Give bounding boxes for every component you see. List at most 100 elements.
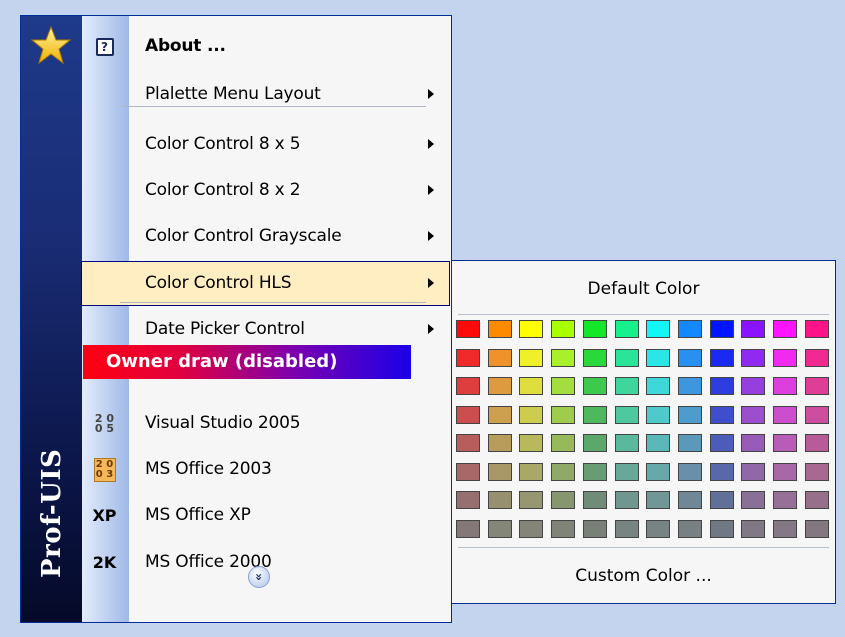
default-color-button[interactable]: Default Color — [452, 274, 835, 304]
color-swatch[interactable] — [709, 348, 734, 367]
color-swatch[interactable] — [646, 405, 671, 424]
color-swatch[interactable] — [773, 462, 797, 481]
color-swatch[interactable] — [487, 434, 512, 452]
color-swatch[interactable] — [646, 462, 671, 481]
menu-item[interactable]: ? About ... — [81, 24, 450, 69]
color-swatch[interactable] — [677, 348, 702, 367]
menu-item[interactable]: 2 00 3 MS Office 2003 — [81, 447, 450, 492]
color-swatch[interactable] — [709, 462, 734, 481]
color-swatch[interactable] — [741, 434, 766, 452]
color-swatch[interactable] — [709, 519, 734, 538]
color-swatch[interactable] — [741, 405, 766, 424]
menu-item[interactable]: XP MS Office XP — [81, 493, 450, 538]
color-swatch[interactable] — [773, 434, 797, 452]
menu-item[interactable]: Plalette Menu Layout — [81, 72, 450, 117]
color-swatch[interactable] — [551, 462, 576, 481]
color-swatch[interactable] — [804, 434, 829, 452]
color-swatch[interactable] — [614, 462, 639, 481]
color-swatch[interactable] — [456, 348, 480, 367]
color-swatch[interactable] — [646, 377, 671, 395]
color-swatch[interactable] — [804, 462, 829, 481]
color-swatch[interactable] — [646, 348, 671, 367]
color-swatch[interactable] — [582, 491, 607, 509]
menu-item[interactable]: Color Control Grayscale — [81, 214, 450, 259]
color-swatch[interactable] — [741, 462, 766, 481]
color-swatch[interactable] — [456, 377, 480, 395]
color-swatch[interactable] — [773, 405, 797, 424]
color-swatch[interactable] — [741, 491, 766, 509]
color-swatch[interactable] — [677, 462, 702, 481]
color-swatch[interactable] — [614, 434, 639, 452]
color-swatch[interactable] — [773, 491, 797, 509]
color-swatch[interactable] — [456, 434, 480, 452]
color-swatch[interactable] — [551, 519, 576, 538]
color-swatch[interactable] — [677, 434, 702, 452]
menu-item[interactable]: Color Control 8 x 5 — [81, 122, 450, 167]
color-swatch[interactable] — [487, 377, 512, 395]
color-swatch[interactable] — [582, 462, 607, 481]
color-swatch[interactable] — [614, 491, 639, 509]
color-swatch[interactable] — [519, 377, 544, 395]
color-swatch[interactable] — [709, 405, 734, 424]
color-swatch[interactable] — [709, 320, 734, 338]
color-swatch[interactable] — [646, 491, 671, 509]
color-swatch[interactable] — [804, 491, 829, 509]
menu-item[interactable]: Color Control HLS — [81, 261, 450, 306]
color-swatch[interactable] — [804, 320, 829, 338]
color-swatch[interactable] — [519, 462, 544, 481]
color-swatch[interactable] — [456, 405, 480, 424]
color-swatch[interactable] — [456, 491, 480, 509]
color-swatch[interactable] — [709, 434, 734, 452]
color-swatch[interactable] — [456, 462, 480, 481]
color-swatch[interactable] — [551, 434, 576, 452]
color-swatch[interactable] — [487, 519, 512, 538]
custom-color-button[interactable]: Custom Color ... — [452, 561, 835, 591]
color-swatch[interactable] — [804, 377, 829, 395]
color-swatch[interactable] — [487, 491, 512, 509]
color-swatch[interactable] — [614, 320, 639, 338]
color-swatch[interactable] — [519, 405, 544, 424]
color-swatch[interactable] — [582, 377, 607, 395]
color-swatch[interactable] — [677, 491, 702, 509]
color-swatch[interactable] — [614, 348, 639, 367]
color-swatch[interactable] — [614, 377, 639, 395]
menu-item[interactable]: 2 00 5 Visual Studio 2005 — [81, 401, 450, 446]
color-swatch[interactable] — [519, 348, 544, 367]
color-swatch[interactable] — [582, 320, 607, 338]
color-swatch[interactable] — [551, 491, 576, 509]
color-swatch[interactable] — [773, 377, 797, 395]
color-swatch[interactable] — [614, 405, 639, 424]
color-swatch[interactable] — [551, 377, 576, 395]
color-swatch[interactable] — [551, 320, 576, 338]
color-swatch[interactable] — [773, 348, 797, 367]
color-swatch[interactable] — [677, 405, 702, 424]
color-swatch[interactable] — [519, 491, 544, 509]
menu-item[interactable]: Color Control 8 x 2 — [81, 168, 450, 213]
color-swatch[interactable] — [582, 434, 607, 452]
color-swatch[interactable] — [773, 320, 797, 338]
color-swatch[interactable] — [487, 462, 512, 481]
color-swatch[interactable] — [487, 348, 512, 367]
color-swatch[interactable] — [519, 519, 544, 538]
color-swatch[interactable] — [709, 491, 734, 509]
color-swatch[interactable] — [741, 348, 766, 367]
color-swatch[interactable] — [551, 405, 576, 424]
color-swatch[interactable] — [804, 405, 829, 424]
color-swatch[interactable] — [677, 519, 702, 538]
color-swatch[interactable] — [582, 519, 607, 538]
color-swatch[interactable] — [677, 377, 702, 395]
color-swatch[interactable] — [582, 348, 607, 367]
color-swatch[interactable] — [519, 434, 544, 452]
color-swatch[interactable] — [741, 377, 766, 395]
color-swatch[interactable] — [709, 377, 734, 395]
color-swatch[interactable] — [551, 348, 576, 367]
color-swatch[interactable] — [456, 519, 480, 538]
color-swatch[interactable] — [646, 434, 671, 452]
color-swatch[interactable] — [456, 320, 480, 338]
color-swatch[interactable] — [677, 320, 702, 338]
color-swatch[interactable] — [487, 405, 512, 424]
color-swatch[interactable] — [741, 320, 766, 338]
color-swatch[interactable] — [487, 320, 512, 338]
color-swatch[interactable] — [582, 405, 607, 424]
color-swatch[interactable] — [804, 348, 829, 367]
